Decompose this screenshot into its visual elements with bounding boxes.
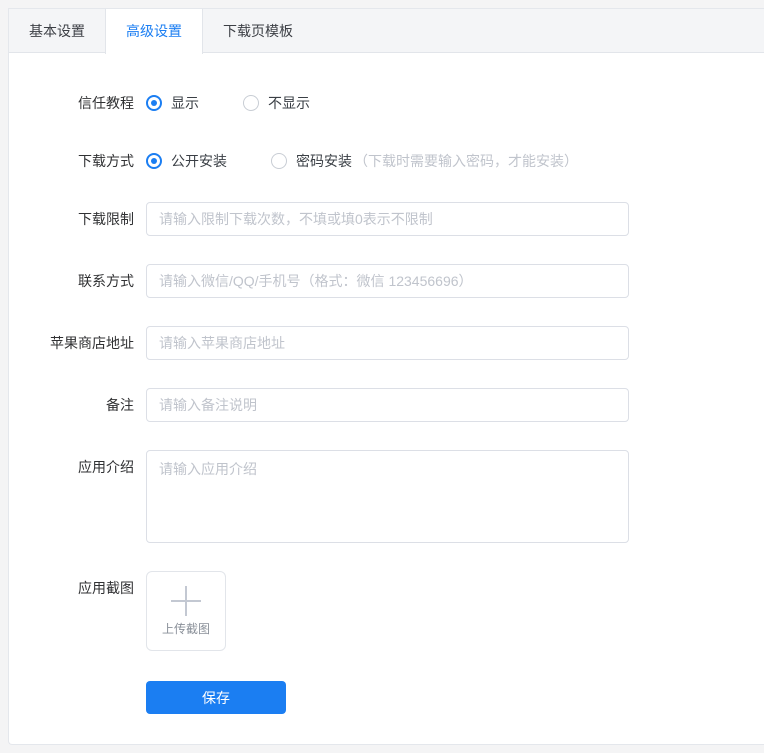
remark-label: 备注 (106, 397, 134, 413)
save-row: 保存 (146, 681, 764, 714)
tab-basic-settings[interactable]: 基本设置 (9, 9, 105, 52)
app-intro-textarea[interactable] (146, 450, 629, 543)
app-screenshot-label: 应用截图 (78, 580, 134, 596)
contact-input[interactable] (146, 264, 629, 298)
radio-hide[interactable]: 不显示 (243, 93, 310, 113)
app-screenshot-row: 应用截图 上传截图 (9, 571, 764, 651)
advanced-settings-form: 信任教程 显示 不显示 下载方式 公开安装 密码安装 （下载时需要输入密码，才能… (9, 53, 764, 714)
password-install-hint: （下载时需要输入密码，才能安装） (354, 153, 578, 169)
app-intro-row: 应用介绍 (9, 450, 764, 543)
apple-store-row: 苹果商店地址 (9, 326, 764, 360)
radio-selected-icon (146, 95, 162, 111)
app-intro-label: 应用介绍 (78, 459, 134, 475)
plus-icon (171, 585, 201, 616)
radio-hide-label: 不显示 (268, 95, 310, 111)
radio-password-install[interactable]: 密码安装 (271, 151, 352, 171)
remark-row: 备注 (9, 388, 764, 422)
radio-unselected-icon (243, 95, 259, 111)
tab-advanced-settings[interactable]: 高级设置 (105, 9, 203, 54)
apple-store-input[interactable] (146, 326, 629, 360)
radio-show-label: 显示 (171, 95, 199, 111)
download-limit-label: 下载限制 (78, 211, 134, 227)
download-method-label: 下载方式 (78, 153, 134, 169)
trust-tutorial-row: 信任教程 显示 不显示 (9, 86, 764, 120)
tab-download-page-template[interactable]: 下载页模板 (203, 9, 313, 52)
trust-tutorial-radio-group: 显示 不显示 (146, 86, 354, 120)
upload-screenshot-button[interactable]: 上传截图 (146, 571, 226, 651)
download-method-row: 下载方式 公开安装 密码安装 （下载时需要输入密码，才能安装） (9, 144, 764, 178)
radio-show[interactable]: 显示 (146, 93, 199, 113)
download-limit-row: 下载限制 (9, 202, 764, 236)
download-method-radio-group: 公开安装 密码安装 （下载时需要输入密码，才能安装） (146, 144, 578, 178)
remark-input[interactable] (146, 388, 629, 422)
contact-label: 联系方式 (78, 273, 134, 289)
radio-selected-icon (146, 153, 162, 169)
settings-card: 基本设置 高级设置 下载页模板 信任教程 显示 不显示 下载方式 公开安装 密码… (8, 8, 764, 745)
radio-public-install-label: 公开安装 (171, 153, 227, 169)
trust-tutorial-label: 信任教程 (78, 95, 134, 111)
tab-bar: 基本设置 高级设置 下载页模板 (9, 9, 764, 54)
radio-password-install-label: 密码安装 (296, 153, 352, 169)
radio-unselected-icon (271, 153, 287, 169)
download-limit-input[interactable] (146, 202, 629, 236)
upload-screenshot-text: 上传截图 (161, 621, 210, 636)
save-button[interactable]: 保存 (146, 681, 286, 714)
contact-row: 联系方式 (9, 264, 764, 298)
apple-store-label: 苹果商店地址 (50, 335, 134, 351)
radio-public-install[interactable]: 公开安装 (146, 151, 227, 171)
